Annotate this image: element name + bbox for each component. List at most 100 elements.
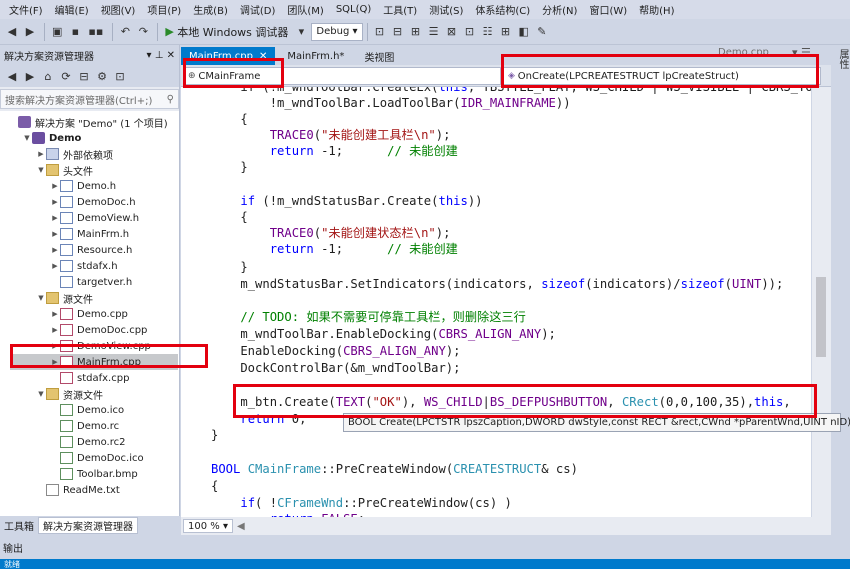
tool-icon-4[interactable]: ☰ [426,22,442,42]
tree-item[interactable]: ▼ 源文件 [36,290,93,306]
chevron-right-icon[interactable]: ▶ [50,182,60,190]
zoom-combo[interactable]: 100 % ▾ [183,519,233,533]
tree-item[interactable]: ▼ Demo [22,130,81,146]
tree-item[interactable]: ▼ 资源文件 [36,386,103,402]
se-sync-icon[interactable]: ⟳ [58,66,74,86]
tree-item[interactable]: Demo.ico [50,402,124,418]
tab-document[interactable]: 类视图 [356,47,402,65]
pin-icon[interactable]: ▾ ⊥ ✕ [147,50,175,61]
tab-document[interactable]: MainFrm.h* [279,47,352,65]
tool-icon-10[interactable]: ✎ [534,22,550,42]
code-line: BOOL CMainFrame::PreCreateWindow(CREATES… [211,462,578,476]
chevron-right-icon[interactable]: ▶ [50,326,60,334]
chevron-down-icon[interactable]: ▼ [36,390,46,398]
menu-item[interactable]: 项目(P) [142,2,188,17]
tool-icon-8[interactable]: ⊞ [498,22,514,42]
tool-icon-5[interactable]: ⊠ [444,22,460,42]
h-file-icon [60,228,73,240]
scroll-thumb[interactable] [816,277,826,357]
tree-item[interactable]: stdafx.cpp [50,370,129,386]
chevron-right-icon[interactable]: ▶ [50,214,60,222]
tree-item[interactable]: ▶ DemoView.h [50,210,139,226]
chevron-right-icon[interactable]: ▶ [50,198,60,206]
save-all-icon[interactable]: ▪▪ [85,22,106,42]
menu-item[interactable]: 分析(N) [537,2,584,17]
menu-item[interactable]: 体系结构(C) [470,2,537,17]
tool-icon-7[interactable]: ☷ [480,22,496,42]
se-back-icon[interactable]: ◀ [4,66,20,86]
chevron-right-icon[interactable]: ▶ [36,150,46,158]
tree-item[interactable]: ▶ MainFrm.h [50,226,129,242]
redo-icon[interactable]: ↷ [135,22,151,42]
menu-item[interactable]: 工具(T) [378,2,424,17]
status-text: 就绪 [4,559,20,569]
tree-item-label: ReadMe.txt [63,484,120,496]
undo-icon[interactable]: ↶ [117,22,133,42]
vertical-scrollbar[interactable] [811,87,831,517]
se-forward-icon[interactable]: ▶ [22,66,38,86]
menu-item[interactable]: SQL(Q) [331,4,378,15]
run-dropdown-icon[interactable]: ▾ [293,22,309,42]
menu-item[interactable]: 视图(V) [96,2,143,17]
tool-icon-6[interactable]: ⊡ [462,22,478,42]
chevron-right-icon[interactable]: ▶ [50,262,60,270]
menu-item[interactable]: 团队(M) [282,2,330,17]
tree-item[interactable]: Demo.rc2 [50,434,125,450]
chevron-right-icon[interactable]: ▶ [50,246,60,254]
tree-item[interactable]: ▶ Demo.cpp [50,306,128,322]
se-properties-icon[interactable]: ⚙ [94,66,110,86]
zoom-value: 100 % [188,520,220,532]
tree-item[interactable]: ▶ Demo.h [50,178,116,194]
tool-icon-9[interactable]: ◧ [516,22,532,42]
se-collapse-icon[interactable]: ⊟ [76,66,92,86]
tree-item[interactable]: ▶ Resource.h [50,242,132,258]
tree-item[interactable]: DemoDoc.ico [50,450,144,466]
search-icon[interactable]: ⚲ [167,94,174,105]
se-home-icon[interactable]: ⌂ [40,66,56,86]
tree-item[interactable]: ▶ stdafx.h [50,258,118,274]
tree-item[interactable]: ReadMe.txt [36,482,120,498]
menu-item[interactable]: 调试(D) [235,2,283,17]
back-icon[interactable]: ◀ [4,22,20,42]
tree-item[interactable]: ▶ DemoDoc.cpp [50,322,147,338]
run-label: 本地 Windows 调试器 [177,25,289,39]
forward-icon[interactable]: ▶ [22,22,38,42]
menu-item[interactable]: 生成(B) [188,2,235,17]
tool-icon-2[interactable]: ⊟ [390,22,406,42]
tree-item[interactable]: ▶ 外部依赖项 [36,146,113,162]
tool-icon-3[interactable]: ⊞ [408,22,424,42]
config-combo[interactable]: Debug ▾ [311,22,363,41]
output-label[interactable]: 输出 [3,540,23,555]
tree-item[interactable]: ▶ DemoDoc.h [50,194,136,210]
tree-item[interactable]: 解决方案 "Demo" (1 个项目) [8,114,168,130]
menu-item[interactable]: 文件(F) [4,2,50,17]
menu-bar: 文件(F) 编辑(E) 视图(V) 项目(P) 生成(B) 调试(D) 团队(M) SQL(Q… [0,0,850,19]
tab-toolbox[interactable]: 工具箱 [0,517,38,534]
tree-item[interactable]: Demo.rc [50,418,119,434]
fold-file-icon [46,292,59,304]
new-project-icon[interactable]: ▣ [49,22,65,42]
save-icon[interactable]: ▪ [67,22,83,42]
tree-item-label: Resource.h [77,244,133,256]
chevron-right-icon[interactable]: ▶ [50,310,60,318]
tree-item-label: DemoView.h [77,212,140,224]
hscroll-left-icon[interactable]: ◀ [237,521,245,532]
code-editor[interactable]: if (!m_wndToolBar.CreateEx(this, TBSTYLE… [181,87,811,517]
chevron-down-icon[interactable]: ▼ [36,294,46,302]
menu-item[interactable]: 帮助(H) [634,2,681,17]
se-preview-icon[interactable]: ⊡ [112,66,128,86]
tool-icon-1[interactable]: ⊡ [372,22,388,42]
tree-item[interactable]: targetver.h [50,274,132,290]
tree-item[interactable]: ▼ 头文件 [36,162,93,178]
chevron-right-icon[interactable]: ▶ [50,230,60,238]
menu-item[interactable]: 测试(S) [424,2,470,17]
menu-item[interactable]: 编辑(E) [50,2,96,17]
solution-explorer-search[interactable]: 搜索解决方案资源管理器(Ctrl+;) ⚲ [0,89,179,109]
properties-sidebar[interactable]: 属性 [831,45,850,535]
menu-item[interactable]: 窗口(W) [584,2,634,17]
chevron-down-icon[interactable]: ▼ [36,166,46,174]
chevron-down-icon[interactable]: ▼ [22,134,32,142]
tree-item[interactable]: Toolbar.bmp [50,466,138,482]
tab-solution-explorer[interactable]: 解决方案资源管理器 [38,517,138,534]
run-button[interactable]: ▶ 本地 Windows 调试器 [162,22,291,42]
